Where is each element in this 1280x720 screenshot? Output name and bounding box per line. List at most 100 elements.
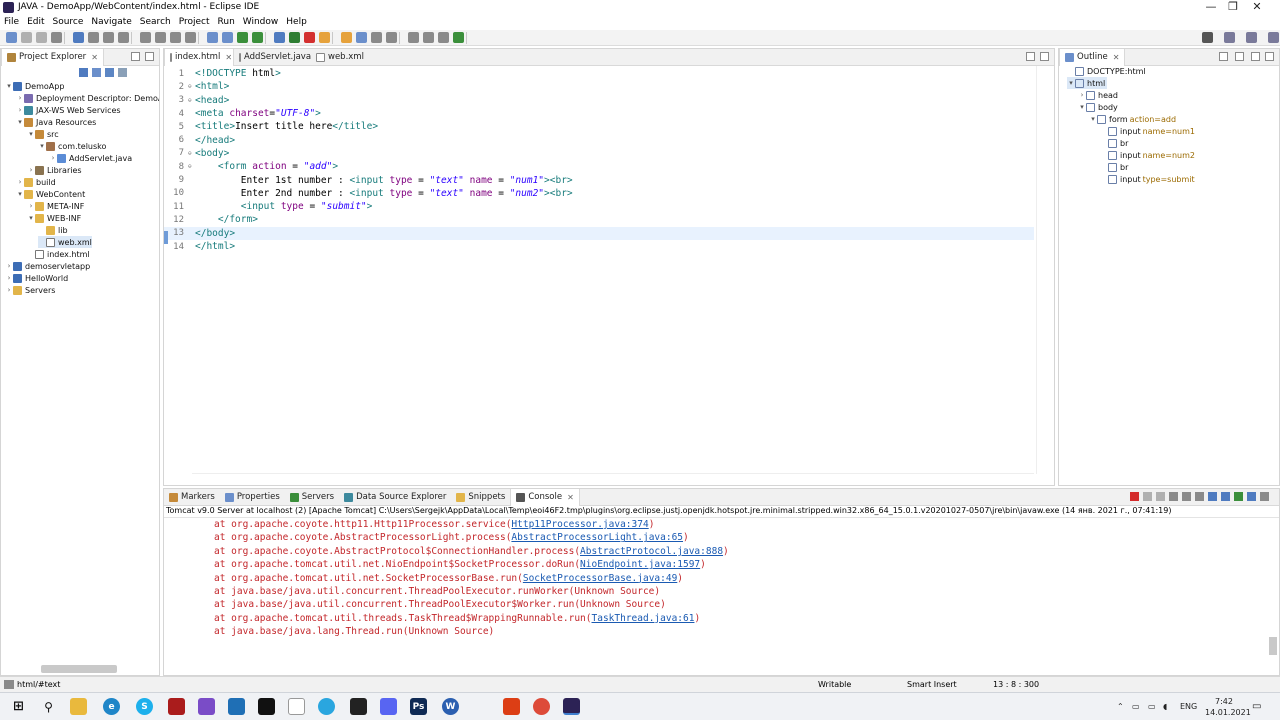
fold-icon[interactable]: ⊖ bbox=[188, 163, 194, 170]
code-line[interactable]: 14 </html> bbox=[164, 240, 1034, 253]
tree-node[interactable]: ▾ DemoApp bbox=[5, 80, 64, 92]
code-line[interactable]: 8 ⊖ <form action = "add"> bbox=[164, 160, 1034, 173]
code-line[interactable]: 13 </body> bbox=[164, 226, 1034, 240]
toolbar-button-icon[interactable] bbox=[438, 32, 449, 43]
network-icon[interactable]: ▭ bbox=[1148, 702, 1156, 711]
toolbar-button-icon[interactable] bbox=[289, 32, 300, 43]
toolbar-button-icon[interactable] bbox=[252, 32, 263, 43]
tab-outline[interactable]: Outline ✕ bbox=[1059, 49, 1126, 66]
windows-start-icon[interactable]: ⊞ bbox=[10, 698, 27, 715]
fold-icon[interactable]: ⊖ bbox=[188, 83, 194, 90]
display-console-icon[interactable] bbox=[1247, 492, 1256, 501]
outline-node[interactable]: input type=submit bbox=[1100, 173, 1195, 185]
chevron-down-icon[interactable]: ▾ bbox=[16, 190, 24, 198]
chevron-right-icon[interactable]: › bbox=[5, 262, 13, 270]
code-line[interactable]: 1 <!DOCTYPE html> bbox=[164, 67, 1034, 80]
editor-horizontal-scrollbar[interactable] bbox=[192, 473, 1034, 483]
clear-console-icon[interactable] bbox=[1169, 492, 1178, 501]
link-editor-icon[interactable] bbox=[92, 68, 101, 77]
status-insert-mode[interactable]: Smart Insert bbox=[907, 680, 957, 689]
collapse-outline-icon[interactable] bbox=[1235, 52, 1244, 61]
menu-item-file[interactable]: File bbox=[4, 17, 19, 27]
outline-node[interactable]: DOCTYPE:html bbox=[1067, 65, 1148, 77]
toolbar-button-icon[interactable] bbox=[51, 32, 62, 43]
keyboard-language[interactable]: ENG bbox=[1180, 702, 1197, 711]
code-line[interactable]: 6 </head> bbox=[164, 134, 1034, 147]
view-menu-icon[interactable] bbox=[118, 68, 127, 77]
app-icon[interactable] bbox=[168, 698, 185, 715]
search-icon[interactable] bbox=[1202, 32, 1213, 43]
maximize-outline-icon[interactable] bbox=[1265, 52, 1274, 61]
stack-trace-link[interactable]: Http11Processor.java:374 bbox=[511, 519, 648, 530]
tab-addservlet-java[interactable]: AddServlet.java bbox=[234, 49, 311, 66]
jetbrains-icon[interactable] bbox=[258, 698, 275, 715]
outline-node[interactable]: input name=num2 bbox=[1100, 149, 1195, 161]
toolbar-button-icon[interactable] bbox=[222, 32, 233, 43]
menu-item-project[interactable]: Project bbox=[179, 17, 210, 27]
remove-launch-icon[interactable] bbox=[1143, 492, 1152, 501]
stack-trace-link[interactable]: NioEndpoint.java:1597 bbox=[580, 559, 700, 570]
notepad-icon[interactable] bbox=[288, 698, 305, 715]
eclipse-taskbar-icon[interactable] bbox=[563, 698, 580, 715]
toolbar-button-icon[interactable] bbox=[21, 32, 32, 43]
minimize-outline-icon[interactable] bbox=[1251, 52, 1260, 61]
debug-perspective-icon[interactable] bbox=[1268, 32, 1279, 43]
toolbar-button-icon[interactable] bbox=[140, 32, 151, 43]
toolbar-button-icon[interactable] bbox=[36, 32, 47, 43]
tree-node[interactable]: index.html bbox=[27, 248, 90, 260]
code-line[interactable]: 4 <meta charset="UTF-8"> bbox=[164, 107, 1034, 120]
tree-node[interactable]: › demoservletapp bbox=[5, 260, 90, 272]
toolbar-button-icon[interactable] bbox=[155, 32, 166, 43]
perspective-icon[interactable] bbox=[1224, 32, 1235, 43]
outline-node[interactable]: › head bbox=[1078, 89, 1120, 101]
chevron-right-icon[interactable]: › bbox=[5, 274, 13, 282]
menu-item-source[interactable]: Source bbox=[53, 17, 84, 27]
maximize-panel-icon[interactable] bbox=[145, 52, 154, 61]
toolbar-button-icon[interactable] bbox=[319, 32, 330, 43]
open-console-icon[interactable] bbox=[1234, 492, 1243, 501]
chevron-right-icon[interactable]: › bbox=[27, 202, 35, 210]
file-explorer-icon[interactable] bbox=[70, 698, 87, 715]
search-icon[interactable]: ⚲ bbox=[40, 698, 57, 715]
tree-node[interactable]: › Libraries bbox=[27, 164, 82, 176]
code-line[interactable]: 11 <input type = "submit"> bbox=[164, 200, 1034, 213]
close-icon[interactable]: ✕ bbox=[567, 493, 574, 502]
chrome-icon[interactable] bbox=[533, 698, 550, 715]
menu-item-help[interactable]: Help bbox=[286, 17, 307, 27]
close-button[interactable]: ✕ bbox=[1234, 0, 1280, 14]
toolbar-button-icon[interactable] bbox=[341, 32, 352, 43]
tab-web-xml[interactable]: web.xml bbox=[311, 49, 373, 66]
code-line[interactable]: 3 ⊖ <head> bbox=[164, 94, 1034, 107]
code-line[interactable]: 5 <title>Insert title here</title> bbox=[164, 120, 1034, 133]
minimize-editor-icon[interactable] bbox=[1026, 52, 1035, 61]
fold-icon[interactable]: ⊖ bbox=[188, 150, 194, 157]
clock-date[interactable]: 14.01.2021 bbox=[1205, 708, 1251, 717]
toolbar-button-icon[interactable] bbox=[6, 32, 17, 43]
code-line[interactable]: 12 </form> bbox=[164, 213, 1034, 226]
toolbar-button-icon[interactable] bbox=[274, 32, 285, 43]
toolbar-button-icon[interactable] bbox=[207, 32, 218, 43]
outline-node[interactable]: ▾ body bbox=[1078, 101, 1120, 113]
chevron-right-icon[interactable]: › bbox=[1078, 91, 1086, 99]
stack-trace-link[interactable]: AbstractProtocol.java:888 bbox=[580, 546, 723, 557]
visual-studio-icon[interactable] bbox=[198, 698, 215, 715]
chevron-down-icon[interactable]: ▾ bbox=[38, 142, 46, 150]
tree-node[interactable]: lib bbox=[38, 224, 68, 236]
tab-project-explorer[interactable]: Project Explorer ✕ bbox=[1, 49, 104, 66]
java-perspective-icon[interactable] bbox=[1246, 32, 1257, 43]
view-menu-icon[interactable] bbox=[1260, 492, 1269, 501]
tree-node[interactable]: ▾ Java Resources bbox=[16, 116, 96, 128]
tray-arrow-icon[interactable]: ⌃ bbox=[1117, 702, 1124, 711]
chevron-down-icon[interactable]: ▾ bbox=[1089, 115, 1097, 123]
terminal-icon[interactable] bbox=[350, 698, 367, 715]
tray-icon[interactable]: ▭ bbox=[1132, 702, 1140, 711]
photoshop-icon[interactable]: Ps bbox=[410, 698, 427, 715]
chevron-down-icon[interactable]: ▾ bbox=[27, 130, 35, 138]
terminate-icon[interactable] bbox=[1130, 492, 1139, 501]
outline-node[interactable]: br bbox=[1100, 161, 1130, 173]
notifications-icon[interactable]: ▭ bbox=[1252, 701, 1261, 712]
tree-node[interactable]: ▾ WEB-INF bbox=[27, 212, 81, 224]
toolbar-button-icon[interactable] bbox=[73, 32, 84, 43]
toolbar-button-icon[interactable] bbox=[170, 32, 181, 43]
tree-node[interactable]: ▾ WebContent bbox=[16, 188, 85, 200]
